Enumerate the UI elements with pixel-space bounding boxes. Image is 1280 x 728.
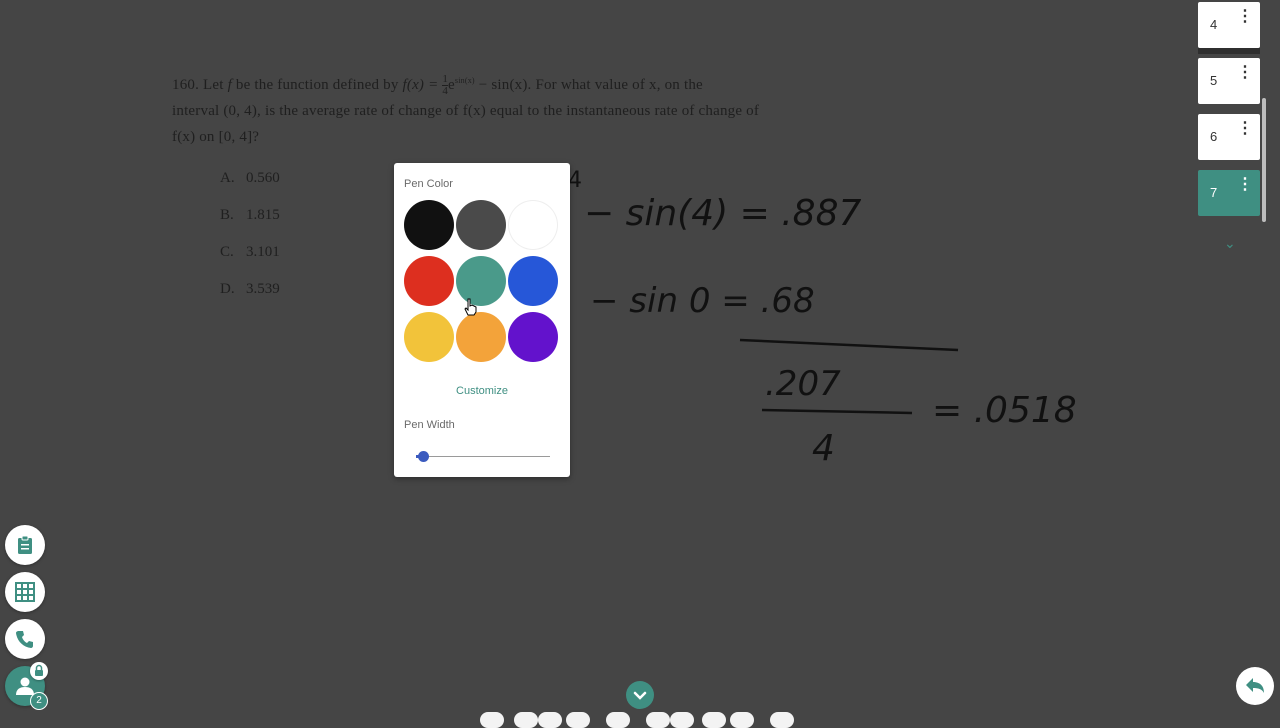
call-button[interactable] [5,619,45,659]
color-swatch-white[interactable] [508,200,558,250]
tool-button[interactable] [566,712,590,728]
tool-button[interactable] [514,712,538,728]
whiteboard-canvas[interactable]: 160. Let f be the function defined by f(… [0,0,1280,720]
more-options-icon[interactable]: ⋮ [1237,65,1253,81]
pen-color-popup: Pen Color Customize Pen Width [394,163,570,477]
pen-width-slider-handle[interactable] [418,451,429,462]
participant-count-badge: 2 [30,692,48,710]
undo-button[interactable] [1236,667,1274,705]
page-number: 5 [1210,73,1218,88]
chevron-down-icon [633,691,647,700]
lock-icon [30,662,48,680]
bottom-toolbar [480,712,800,728]
handwriting-layer: 4 − sin(4) = .887 − sin 0 = .68 .207 4 =… [568,168,1077,469]
ink-numerator: .207 [765,364,841,404]
clipboard-icon [18,535,32,554]
chevron-down-icon[interactable]: ⌄ [1224,235,1236,252]
page-tab-active[interactable]: 7 ⋮ [1198,170,1260,216]
ink-denominator: 4 [812,428,835,469]
page-list-scrollbar[interactable] [1262,98,1266,222]
tool-button[interactable] [606,712,630,728]
pen-width-title: Pen Width [404,419,455,431]
color-swatch-orange[interactable] [456,312,506,362]
tool-button[interactable] [670,712,694,728]
page-number: 4 [1210,17,1218,32]
color-swatch-yellow[interactable] [404,312,454,362]
color-swatch-red[interactable] [404,256,454,306]
grid-icon [15,582,35,602]
customize-link[interactable]: Customize [394,385,570,397]
color-swatch-purple[interactable] [508,312,558,362]
page-divider [1198,48,1260,54]
hand-cursor-icon [464,298,477,316]
clipboard-button[interactable] [5,525,45,565]
pen-width-slider[interactable] [416,456,550,457]
toolbar-toggle-button[interactable] [626,681,654,709]
tool-button[interactable] [730,712,754,728]
pen-color-title: Pen Color [404,178,453,190]
tool-button[interactable] [480,712,504,728]
ink-line-1: − sin(4) = .887 [584,193,861,234]
page-tab[interactable]: 5 ⋮ [1198,58,1260,104]
ink-underline [739,338,959,352]
color-swatch-dark-gray[interactable] [456,200,506,250]
ink-fraction-bar [761,408,913,415]
page-number: 6 [1210,129,1218,144]
grid-button[interactable] [5,572,45,612]
tool-button[interactable] [538,712,562,728]
page-number: 7 [1210,185,1218,200]
tool-button[interactable] [702,712,726,728]
undo-icon [1246,678,1264,693]
phone-icon [16,631,33,648]
more-options-icon[interactable]: ⋮ [1237,9,1253,25]
ink-fragment: 4 [568,168,582,193]
more-options-icon[interactable]: ⋮ [1237,177,1253,193]
ink-result: = .0518 [932,390,1077,431]
ink-line-2: − sin 0 = .68 [590,281,815,321]
color-swatch-black[interactable] [404,200,454,250]
tool-button[interactable] [770,712,794,728]
page-tab[interactable]: 4 ⋮ [1198,2,1260,48]
more-options-icon[interactable]: ⋮ [1237,121,1253,137]
tool-button[interactable] [646,712,670,728]
page-tab[interactable]: 6 ⋮ [1198,114,1260,160]
color-swatch-blue[interactable] [508,256,558,306]
